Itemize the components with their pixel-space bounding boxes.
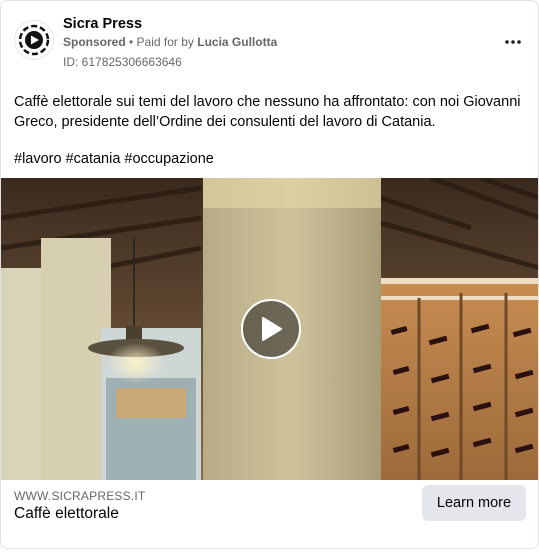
link-domain: WWW.SICRAPRESS.IT (14, 489, 146, 503)
play-icon (262, 317, 282, 341)
hashtags: #lavoro #catania #occupazione (14, 151, 218, 167)
video-player[interactable] (1, 178, 538, 480)
sponsored-label: Sponsored (63, 35, 126, 49)
sponsor-line: Sponsored • Paid for by Lucia Gullotta (63, 35, 277, 49)
link-preview[interactable]: WWW.SICRAPRESS.IT Caffè elettorale Learn… (1, 480, 538, 548)
learn-more-button[interactable]: Learn more (422, 485, 526, 521)
sicra-logo-icon (18, 24, 50, 56)
post-text: Caffè elettorale sui temi del lavoro che… (14, 94, 521, 130)
more-horizontal-icon (505, 40, 521, 44)
hashtag-link[interactable]: #occupazione (124, 151, 214, 167)
payer-name[interactable]: Lucia Gullotta (197, 35, 277, 49)
page-avatar[interactable] (14, 20, 54, 60)
post-header: Sicra Press Sponsored • Paid for by Luci… (1, 1, 538, 81)
page-name[interactable]: Sicra Press (63, 16, 142, 32)
ad-id: ID: 617825306663646 (63, 55, 182, 69)
play-button[interactable] (241, 299, 301, 359)
ad-card: Sicra Press Sponsored • Paid for by Luci… (0, 0, 539, 549)
more-options-button[interactable] (500, 29, 526, 55)
link-headline[interactable]: Caffè elettorale (14, 505, 119, 523)
meta-separator: • (125, 35, 137, 49)
paid-for-prefix: Paid for by (136, 35, 198, 49)
hashtag-link[interactable]: #catania (66, 151, 121, 167)
hashtag-link[interactable]: #lavoro (14, 151, 62, 167)
